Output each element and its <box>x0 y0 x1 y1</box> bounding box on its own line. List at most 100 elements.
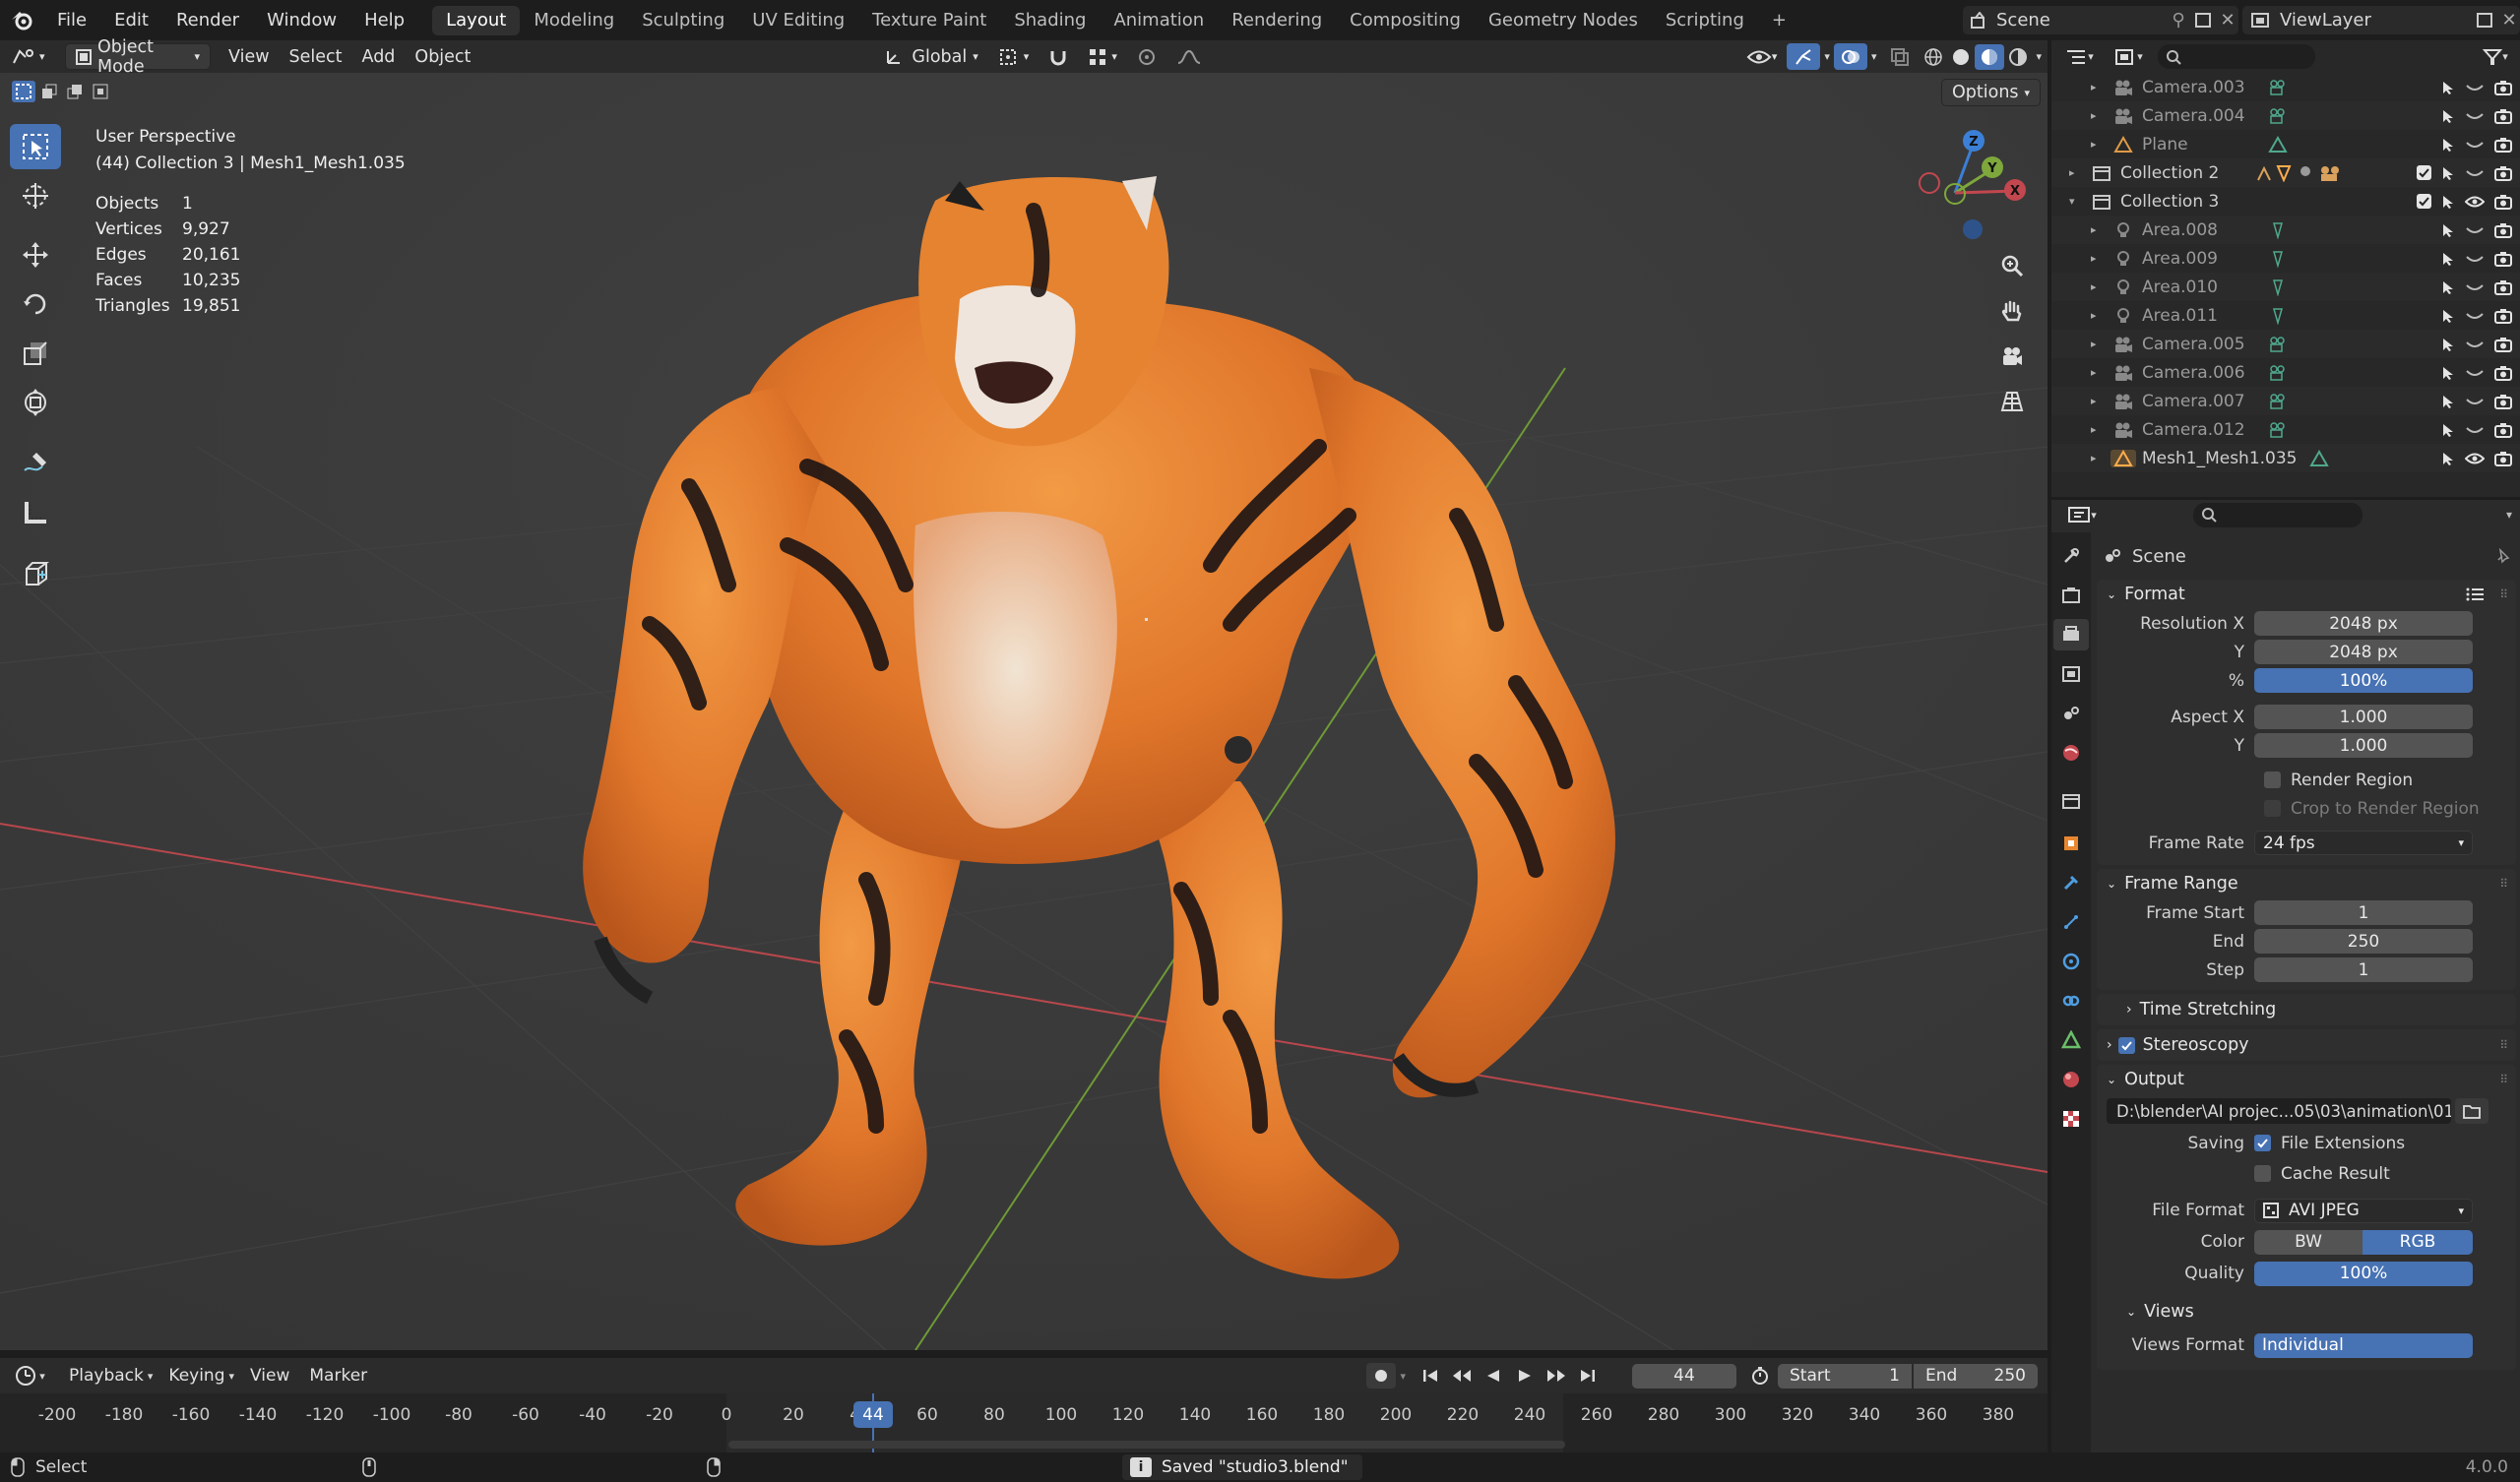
outliner-item[interactable]: ▸ Area.011 <box>2051 301 2520 330</box>
move-tool[interactable] <box>10 232 61 278</box>
close-icon[interactable]: ✕ <box>2498 10 2520 31</box>
timeline-scrollbar[interactable] <box>728 1441 1565 1449</box>
tab-modeling[interactable]: Modeling <box>520 6 628 35</box>
selectable-arrow-icon[interactable] <box>2441 394 2455 409</box>
outliner-item[interactable]: ▸ Camera.007 <box>2051 387 2520 415</box>
render-camera-icon[interactable] <box>2494 337 2512 352</box>
viewport-menu-object[interactable]: Object <box>405 43 480 70</box>
tab-scripting[interactable]: Scripting <box>1652 6 1758 35</box>
measure-tool[interactable] <box>10 490 61 535</box>
time-stretching-header[interactable]: › Time Stretching <box>2097 994 2516 1025</box>
chevron-right-icon[interactable]: ▸ <box>2069 166 2089 179</box>
visibility-eye-icon[interactable] <box>2465 252 2485 266</box>
visibility-eye-icon[interactable] <box>2465 280 2485 294</box>
collection-settings-icon[interactable] <box>2061 782 2081 820</box>
perspective-toggle-icon[interactable] <box>1990 380 2034 423</box>
collapse-chevron-icon[interactable]: ▾ <box>2506 508 2512 522</box>
selectable-arrow-icon[interactable] <box>2441 365 2455 381</box>
rendered-shading-icon[interactable] <box>2004 47 2032 67</box>
selectable-arrow-icon[interactable] <box>2441 137 2455 153</box>
gizmo-toggle[interactable] <box>1787 43 1821 70</box>
frame-range-header[interactable]: ⌄ Frame Range ⠿ <box>2097 869 2516 898</box>
resolution-y-field[interactable]: 2048 px <box>2254 640 2473 664</box>
visibility-eye-icon[interactable] <box>2465 423 2485 437</box>
viewport-menu-add[interactable]: Add <box>352 43 406 70</box>
visibility-eye-icon[interactable] <box>2465 223 2485 237</box>
frame-start-field[interactable]: 1 <box>2254 900 2473 925</box>
outliner-item[interactable]: ▸ Area.009 <box>2051 244 2520 273</box>
add-workspace-button[interactable]: + <box>1758 6 1800 35</box>
play-icon[interactable] <box>1510 1368 1540 1384</box>
stereoscopy-checkbox[interactable] <box>2117 1036 2135 1054</box>
data-settings-icon[interactable] <box>2061 1024 2081 1056</box>
render-camera-icon[interactable] <box>2494 365 2512 381</box>
visibility-eye-icon[interactable] <box>2465 395 2485 408</box>
tab-compositing[interactable]: Compositing <box>1336 6 1475 35</box>
physics-settings-icon[interactable] <box>2061 946 2081 977</box>
chevron-right-icon[interactable]: ▸ <box>2091 395 2110 407</box>
annotate-tool[interactable] <box>10 441 61 486</box>
select-new-icon[interactable] <box>12 81 35 102</box>
select-extend-icon[interactable] <box>37 81 61 102</box>
visibility-eye-icon[interactable] <box>2465 81 2485 94</box>
constraints-settings-icon[interactable] <box>2061 985 2081 1017</box>
record-icon[interactable] <box>1366 1363 1397 1389</box>
outliner-editor-icon[interactable]: ▾ <box>2059 47 2099 67</box>
falloff-dropdown[interactable] <box>1166 43 1212 70</box>
properties-search-input[interactable] <box>2193 502 2362 527</box>
view-layer-selector[interactable]: ViewLayer ✕ <box>2242 6 2520 34</box>
render-camera-icon[interactable] <box>2494 279 2512 295</box>
cursor-tool[interactable] <box>10 173 61 218</box>
menu-edit[interactable]: Edit <box>100 0 162 40</box>
menu-window[interactable]: Window <box>253 0 350 40</box>
next-keyframe-icon[interactable] <box>1542 1368 1571 1384</box>
outliner-item[interactable]: ▸ Camera.006 <box>2051 358 2520 387</box>
wireframe-shading-icon[interactable] <box>1920 47 1947 67</box>
tab-shading[interactable]: Shading <box>1000 6 1100 35</box>
chevron-right-icon[interactable]: ▸ <box>2091 366 2110 379</box>
tab-animation[interactable]: Animation <box>1100 6 1218 35</box>
selectable-arrow-icon[interactable] <box>2441 222 2455 238</box>
frame-end-field[interactable]: 250 <box>2254 929 2473 954</box>
chevron-right-icon[interactable]: ▸ <box>2091 338 2110 350</box>
chevron-right-icon[interactable]: ▸ <box>2091 223 2110 236</box>
tab-geometry-nodes[interactable]: Geometry Nodes <box>1475 6 1652 35</box>
outliner-item[interactable]: ▸ Area.010 <box>2051 273 2520 301</box>
aspect-x-field[interactable]: 1.000 <box>2254 705 2473 729</box>
visibility-eye-icon[interactable] <box>2465 366 2485 380</box>
stopwatch-icon[interactable] <box>1746 1366 1774 1386</box>
properties-editor-icon[interactable]: ▾ <box>2059 505 2105 525</box>
solid-shading-icon[interactable] <box>1947 47 1975 67</box>
file-extensions-checkbox[interactable] <box>2254 1135 2271 1151</box>
exclude-checkbox[interactable] <box>2417 165 2431 180</box>
chevron-right-icon[interactable]: ▸ <box>2091 81 2110 93</box>
outliner-search-input[interactable] <box>2158 44 2315 69</box>
prev-keyframe-icon[interactable] <box>1447 1368 1477 1384</box>
timeline-ruler[interactable]: -200-180-160-140-120-100-80-60-40-200204… <box>0 1393 2048 1452</box>
selectable-arrow-icon[interactable] <box>2441 422 2455 438</box>
render-camera-icon[interactable] <box>2494 194 2512 210</box>
snap-target-dropdown[interactable]: ▾ <box>1078 43 1127 70</box>
pin-icon[interactable] <box>2494 548 2510 564</box>
new-scene-icon[interactable] <box>2191 12 2217 29</box>
add-cube-tool[interactable] <box>10 551 61 596</box>
outliner-collection[interactable]: ▸ Collection 2 <box>2051 158 2520 187</box>
render-camera-icon[interactable] <box>2494 394 2512 409</box>
render-camera-icon[interactable] <box>2494 451 2512 466</box>
outliner-item[interactable]: ▸ Mesh1_Mesh1.035 <box>2051 444 2520 472</box>
selectable-arrow-icon[interactable] <box>2441 194 2455 210</box>
chevron-right-icon[interactable]: ▸ <box>2091 452 2110 464</box>
pan-hand-icon[interactable] <box>1990 289 2034 333</box>
views-format-individual-button[interactable]: Individual <box>2254 1332 2473 1358</box>
tab-sculpting[interactable]: Sculpting <box>628 6 738 35</box>
select-subtract-icon[interactable] <box>63 81 87 102</box>
selectable-arrow-icon[interactable] <box>2441 451 2455 466</box>
select-box-tool[interactable] <box>10 124 61 169</box>
new-view-layer-icon[interactable] <box>2473 12 2498 29</box>
stereoscopy-header[interactable]: › Stereoscopy ⠿ <box>2097 1029 2516 1061</box>
scale-tool[interactable] <box>10 331 61 376</box>
transform-orientation-dropdown[interactable]: Global ▾ <box>874 43 987 70</box>
scene-settings-icon[interactable] <box>2061 698 2081 729</box>
crop-region-checkbox[interactable] <box>2264 800 2281 817</box>
cache-result-checkbox[interactable] <box>2254 1165 2271 1182</box>
